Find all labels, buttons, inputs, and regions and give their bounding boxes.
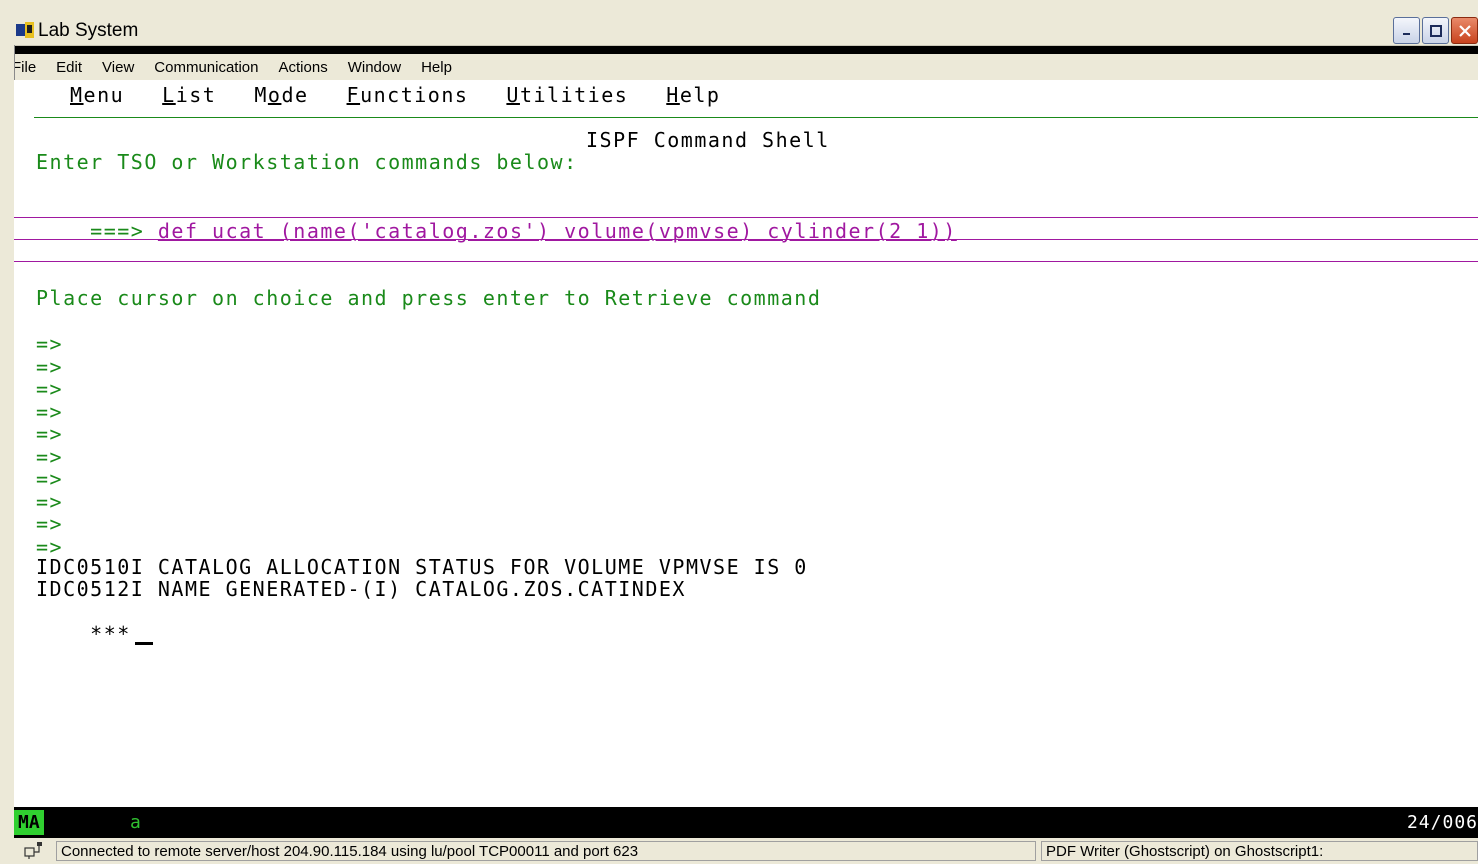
pulldown-menu[interactable]: Menu bbox=[70, 84, 124, 107]
oia-field-indicator: a bbox=[130, 812, 141, 833]
menu-view[interactable]: View bbox=[92, 59, 144, 76]
window-title: Lab System bbox=[38, 20, 139, 41]
oia-cursor-position: 24/006 bbox=[1406, 812, 1478, 833]
retrieve-choice[interactable]: => bbox=[36, 400, 63, 424]
title-bar: Lab System bbox=[0, 0, 1478, 46]
command-underline bbox=[14, 217, 1478, 218]
window-controls bbox=[1393, 17, 1478, 45]
menu-communication[interactable]: Communication bbox=[144, 59, 268, 76]
more-marker: *** bbox=[36, 600, 153, 668]
terminal-screen[interactable]: Menu List Mode Functions Utilities Help … bbox=[14, 80, 1478, 807]
menu-actions[interactable]: Actions bbox=[269, 59, 338, 76]
retrieve-choice[interactable]: => bbox=[36, 513, 63, 536]
printer-status: PDF Writer (Ghostscript) on Ghostscript1… bbox=[1041, 841, 1478, 861]
instruction-text: Enter TSO or Workstation commands below: bbox=[36, 150, 578, 174]
ispf-pulldown-bar: Menu List Mode Functions Utilities Help bbox=[70, 84, 720, 107]
terminal-app-icon bbox=[16, 22, 34, 38]
pulldown-utilities[interactable]: Utilities bbox=[506, 84, 628, 107]
connection-status: Connected to remote server/host 204.90.1… bbox=[56, 841, 1036, 861]
retrieve-hint: Place cursor on choice and press enter t… bbox=[36, 286, 822, 310]
pulldown-list[interactable]: List bbox=[162, 84, 216, 107]
menu-window[interactable]: Window bbox=[338, 59, 411, 76]
pulldown-separator bbox=[34, 117, 1478, 118]
input-line-2[interactable] bbox=[14, 239, 1478, 240]
pulldown-mode[interactable]: Mode bbox=[254, 84, 308, 107]
close-icon[interactable] bbox=[1451, 17, 1478, 44]
operator-info-area: MA a 24/006 bbox=[14, 807, 1478, 838]
menu-bar: File Edit View Communication Actions Win… bbox=[0, 54, 1478, 80]
retrieve-choice[interactable]: => bbox=[36, 423, 63, 446]
retrieve-choice[interactable]: => bbox=[36, 378, 63, 401]
retrieve-choice[interactable]: => bbox=[36, 445, 63, 469]
menu-help[interactable]: Help bbox=[411, 59, 462, 76]
panel-title: ISPF Command Shell bbox=[586, 128, 830, 152]
output-line: IDC0512I NAME GENERATED-(I) CATALOG.ZOS.… bbox=[36, 577, 686, 601]
menu-edit[interactable]: Edit bbox=[46, 59, 92, 76]
retrieve-choice[interactable]: => bbox=[36, 468, 63, 491]
pulldown-help[interactable]: Help bbox=[666, 84, 720, 107]
pulldown-functions[interactable]: Functions bbox=[347, 84, 469, 107]
text-cursor bbox=[134, 641, 153, 645]
minimize-icon[interactable] bbox=[1393, 17, 1420, 44]
oia-mode-indicator: MA bbox=[14, 810, 44, 835]
command-line: ===> def ucat (name('catalog.zos') volum… bbox=[36, 197, 957, 265]
retrieve-choice[interactable]: => bbox=[36, 333, 63, 356]
retrieve-choice[interactable]: => bbox=[36, 490, 63, 514]
network-connection-icon bbox=[24, 842, 42, 859]
retrieve-choice[interactable]: => bbox=[36, 355, 63, 379]
window-left-border bbox=[0, 45, 15, 864]
output-line: IDC0510I CATALOG ALLOCATION STATUS FOR V… bbox=[36, 555, 808, 579]
status-bar: Connected to remote server/host 204.90.1… bbox=[0, 838, 1478, 864]
more-marker-text: *** bbox=[90, 621, 131, 646]
input-line-3[interactable] bbox=[14, 261, 1478, 262]
maximize-icon[interactable] bbox=[1422, 17, 1449, 44]
